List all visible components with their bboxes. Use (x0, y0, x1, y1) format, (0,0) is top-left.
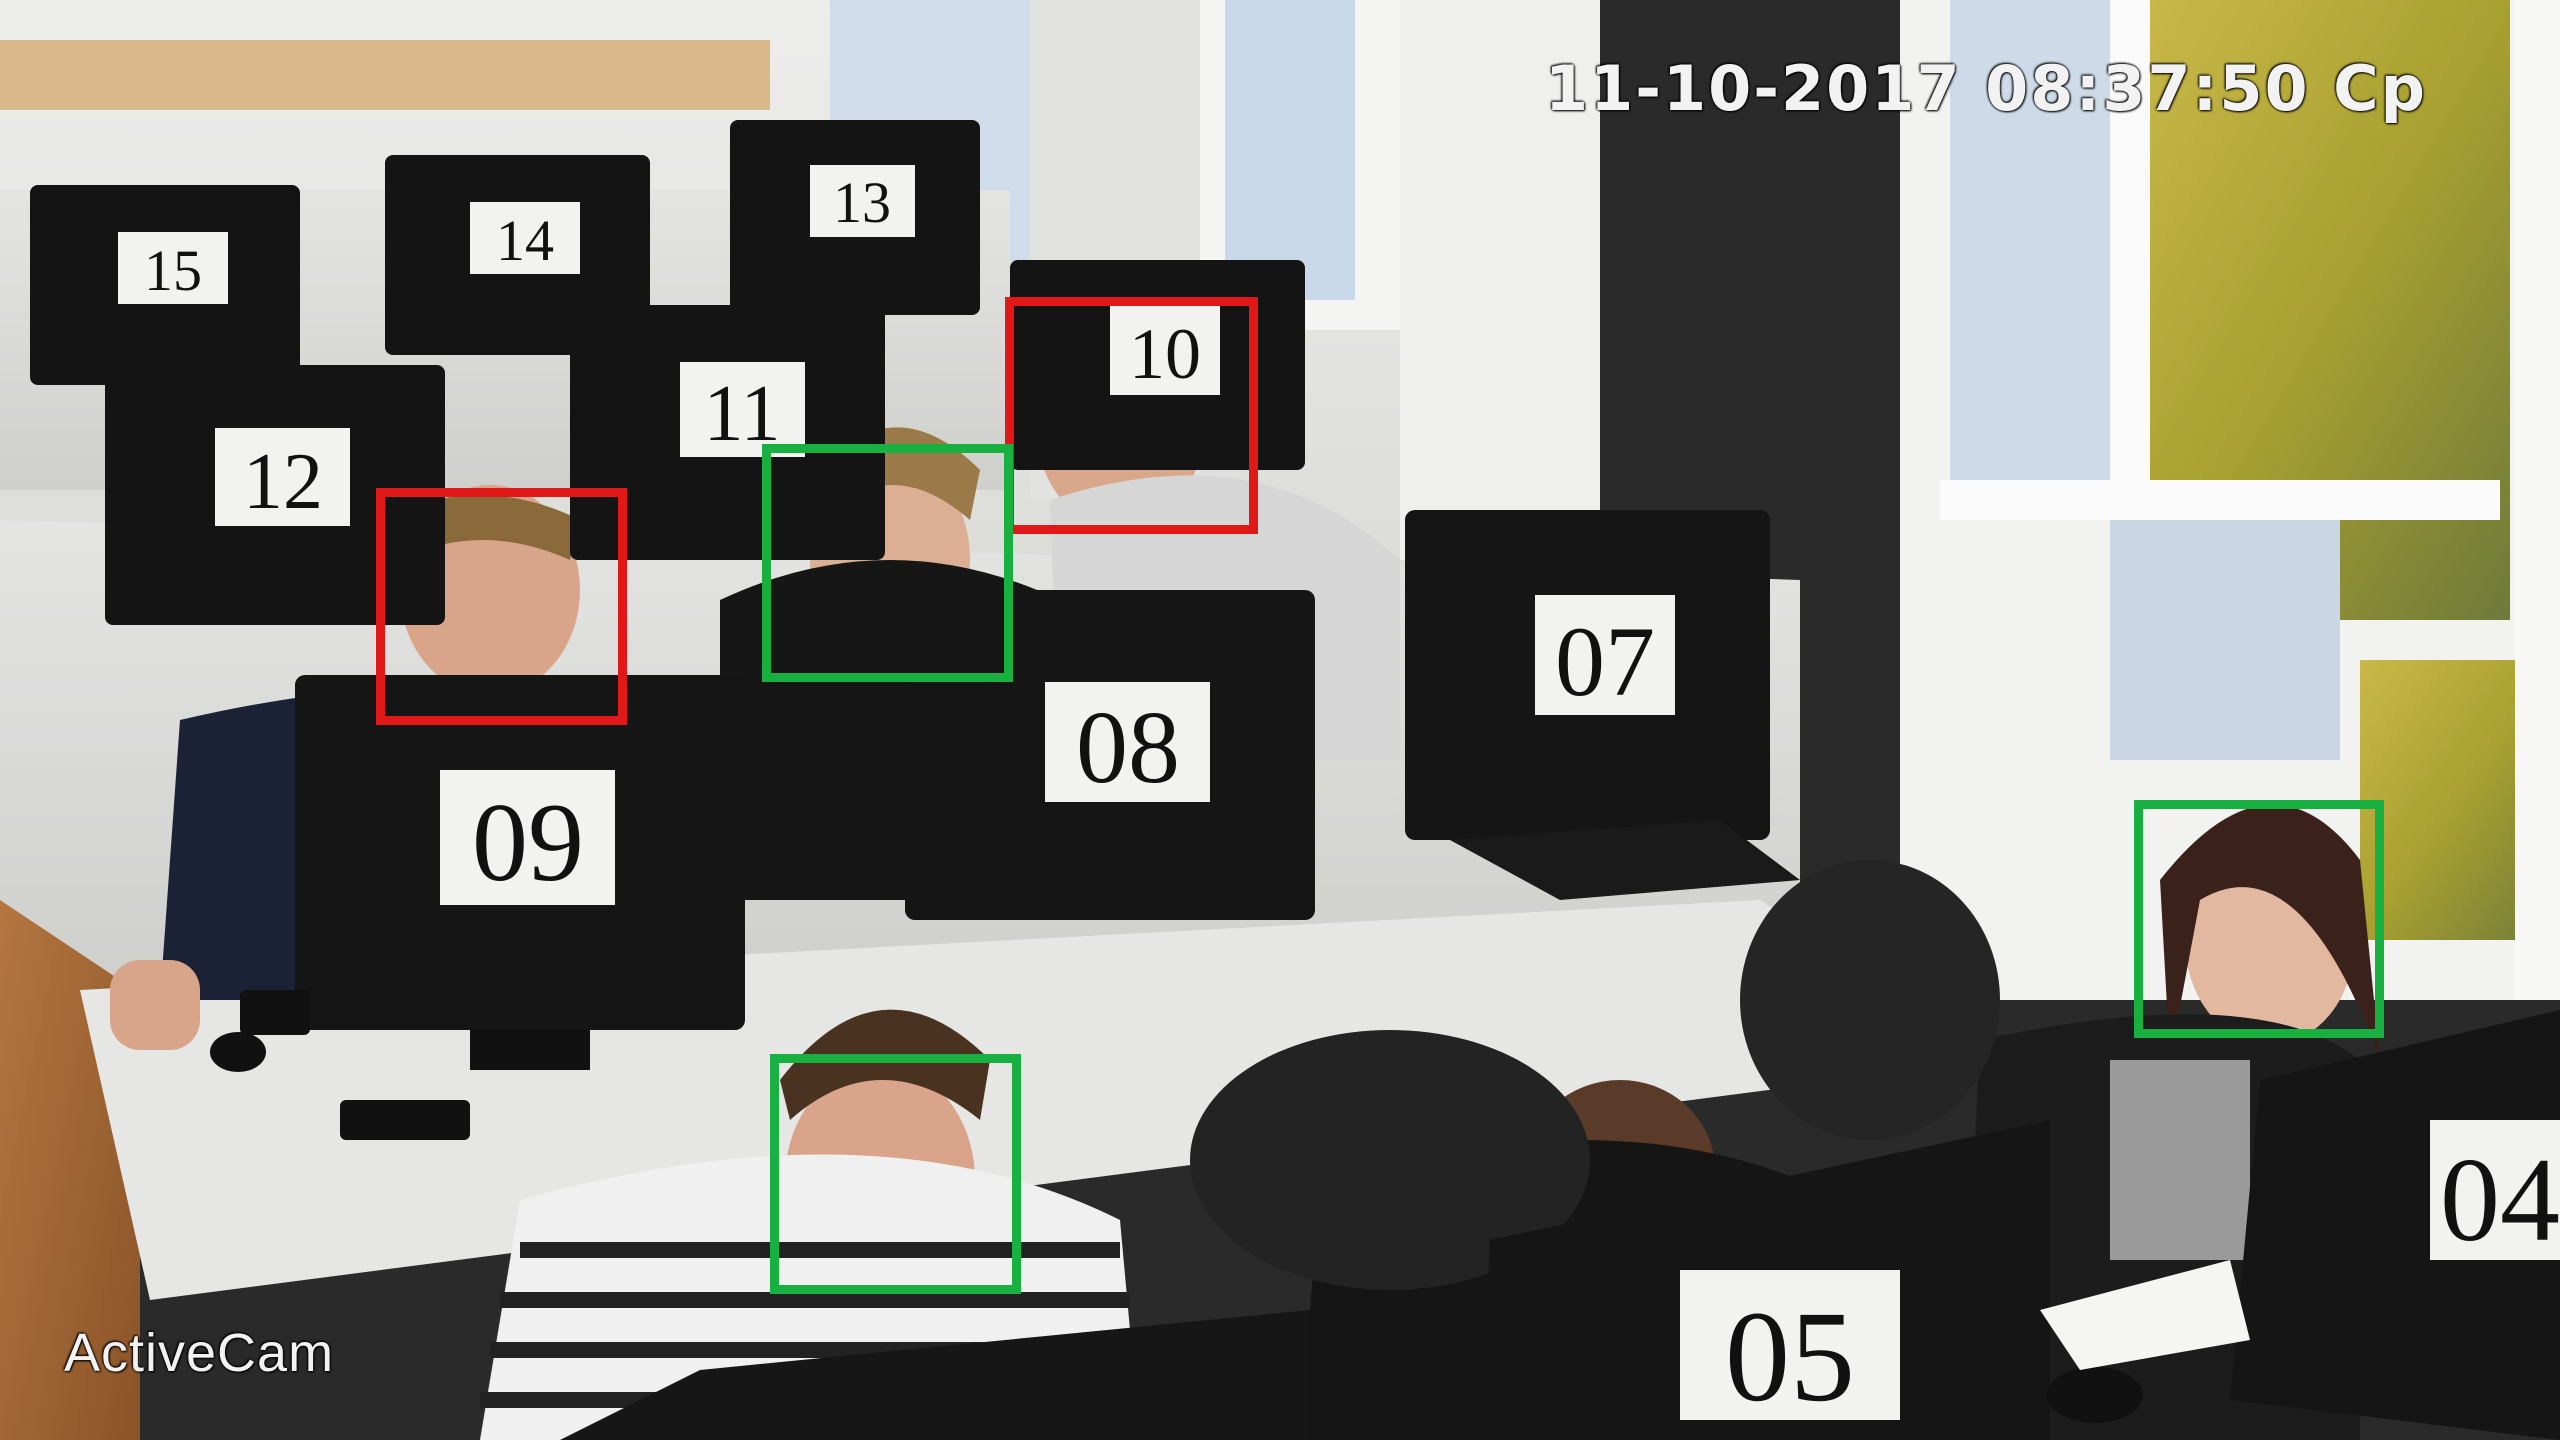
workstation-label: 15 (144, 238, 202, 303)
workstation-label: 08 (1076, 690, 1180, 805)
mouse (210, 1032, 266, 1072)
workstation-label: 05 (1725, 1285, 1855, 1429)
monitor-15: 15 (30, 185, 300, 385)
monitor-09: 09 (295, 675, 745, 1070)
monitor-07: 07 (1405, 510, 1800, 900)
power-adapter (340, 1100, 470, 1140)
face-detection-box-ok (770, 1054, 1021, 1294)
workstation-label: 09 (472, 781, 584, 905)
monitor-13: 13 (730, 120, 980, 315)
wall-rail (0, 40, 770, 110)
timestamp-overlay: 11-10-2017 08:37:50 Cp (1545, 52, 2428, 125)
chair (1740, 860, 2000, 1140)
face-detection-box-alert (1005, 297, 1258, 534)
cctv-video-frame: 15 14 13 12 11 10 09 08 07 05 04 11-10-2… (0, 0, 2560, 1440)
workstation-label: 04 (2440, 1133, 2560, 1266)
camera-brand-watermark: ActiveCam (64, 1323, 335, 1383)
face-detection-box-ok (762, 444, 1013, 682)
mouse (2047, 1367, 2143, 1423)
workstation-label: 14 (496, 208, 554, 273)
phone (240, 990, 310, 1035)
face-detection-box-alert (376, 488, 627, 725)
workstation-label: 13 (833, 170, 891, 235)
workstation-label: 07 (1555, 606, 1655, 717)
face-detection-box-ok (2134, 800, 2384, 1038)
workstation-label: 12 (243, 438, 323, 526)
